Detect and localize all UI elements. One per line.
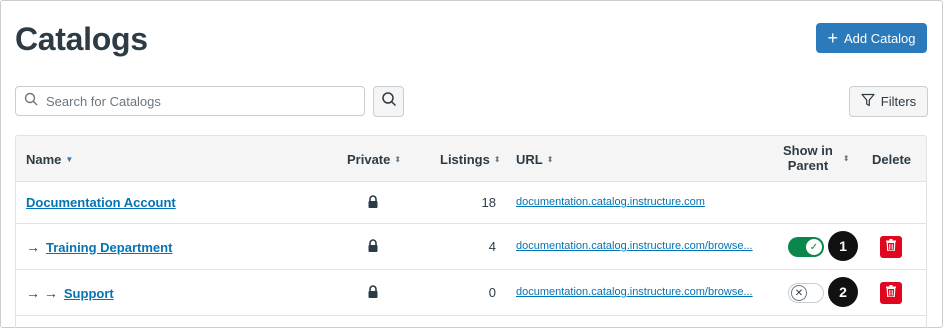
table-row: → → Support 0 documentation.catalog.inst… [16,270,926,316]
catalogs-table: Name ▼ Private ⬍ Listings ⬍ URL ⬍ Show i… [15,135,927,328]
column-header-name[interactable]: Name ▼ [26,152,73,167]
add-catalog-button[interactable]: + Add Catalog [816,23,927,53]
listings-count: 0 [488,285,496,300]
search-button[interactable] [373,86,404,117]
catalog-url-link[interactable]: documentation.catalog.instructure.com [516,196,705,208]
filter-icon [861,93,875,110]
lock-icon [367,239,379,253]
trash-icon [886,238,896,256]
catalog-name-link[interactable]: Support [64,286,114,301]
search-icon [381,91,397,112]
catalog-url-link[interactable]: documentation.catalog.instructure.com/br… [516,240,753,252]
lock-icon [367,285,379,299]
indent-arrow-icon: → [26,239,40,255]
catalog-name-link[interactable]: Documentation Account [26,195,176,210]
catalog-url-link[interactable]: documentation.catalog.instructure.com/br… [516,286,753,298]
listings-count: 4 [488,239,496,254]
search-field[interactable] [15,86,365,116]
sort-icon: ⬍ [493,155,501,164]
column-header-private[interactable]: Private ⬍ [347,152,401,167]
callout-badge: 1 [828,231,858,261]
add-catalog-label: Add Catalog [843,30,916,46]
column-header-url[interactable]: URL ⬍ [516,152,553,167]
table-header: Name ▼ Private ⬍ Listings ⬍ URL ⬍ Show i… [16,136,926,182]
search-icon [24,92,38,111]
lock-icon [367,195,379,209]
column-header-delete: Delete [872,152,912,167]
catalog-name-link[interactable]: Training Department [46,240,172,255]
x-icon: ✕ [791,285,807,301]
delete-button[interactable] [880,236,902,258]
column-header-show-in-parent[interactable]: Show in Parent ⬍ [783,143,850,173]
plus-icon: + [827,28,838,48]
sort-icon: ⬍ [546,155,554,164]
listings-count: 18 [481,195,496,210]
table-row: Documentation Account 18 documentation.c… [16,182,926,224]
page-title: Catalogs [15,21,148,57]
show-in-parent-toggle[interactable]: ✕ [788,283,824,303]
trash-icon [886,284,896,302]
table-row: → Training Department 4 documentation.ca… [16,224,926,270]
check-icon: ✓ [806,239,822,255]
callout-badge: 2 [828,277,858,307]
catalogs-panel: Catalogs + Add Catalog Filters Name ▼ Pr… [0,0,943,328]
show-in-parent-toggle[interactable]: ✓ [788,237,824,257]
indent-arrow-icon: → → [26,285,58,301]
delete-button[interactable] [880,282,902,304]
filters-button[interactable]: Filters [849,86,928,117]
sort-icon: ⬍ [394,155,402,164]
column-header-listings[interactable]: Listings ⬍ [440,152,501,167]
sort-icon: ⬍ [842,153,850,163]
sort-desc-icon: ▼ [65,155,74,164]
filters-label: Filters [880,94,917,109]
search-input[interactable] [46,93,346,109]
